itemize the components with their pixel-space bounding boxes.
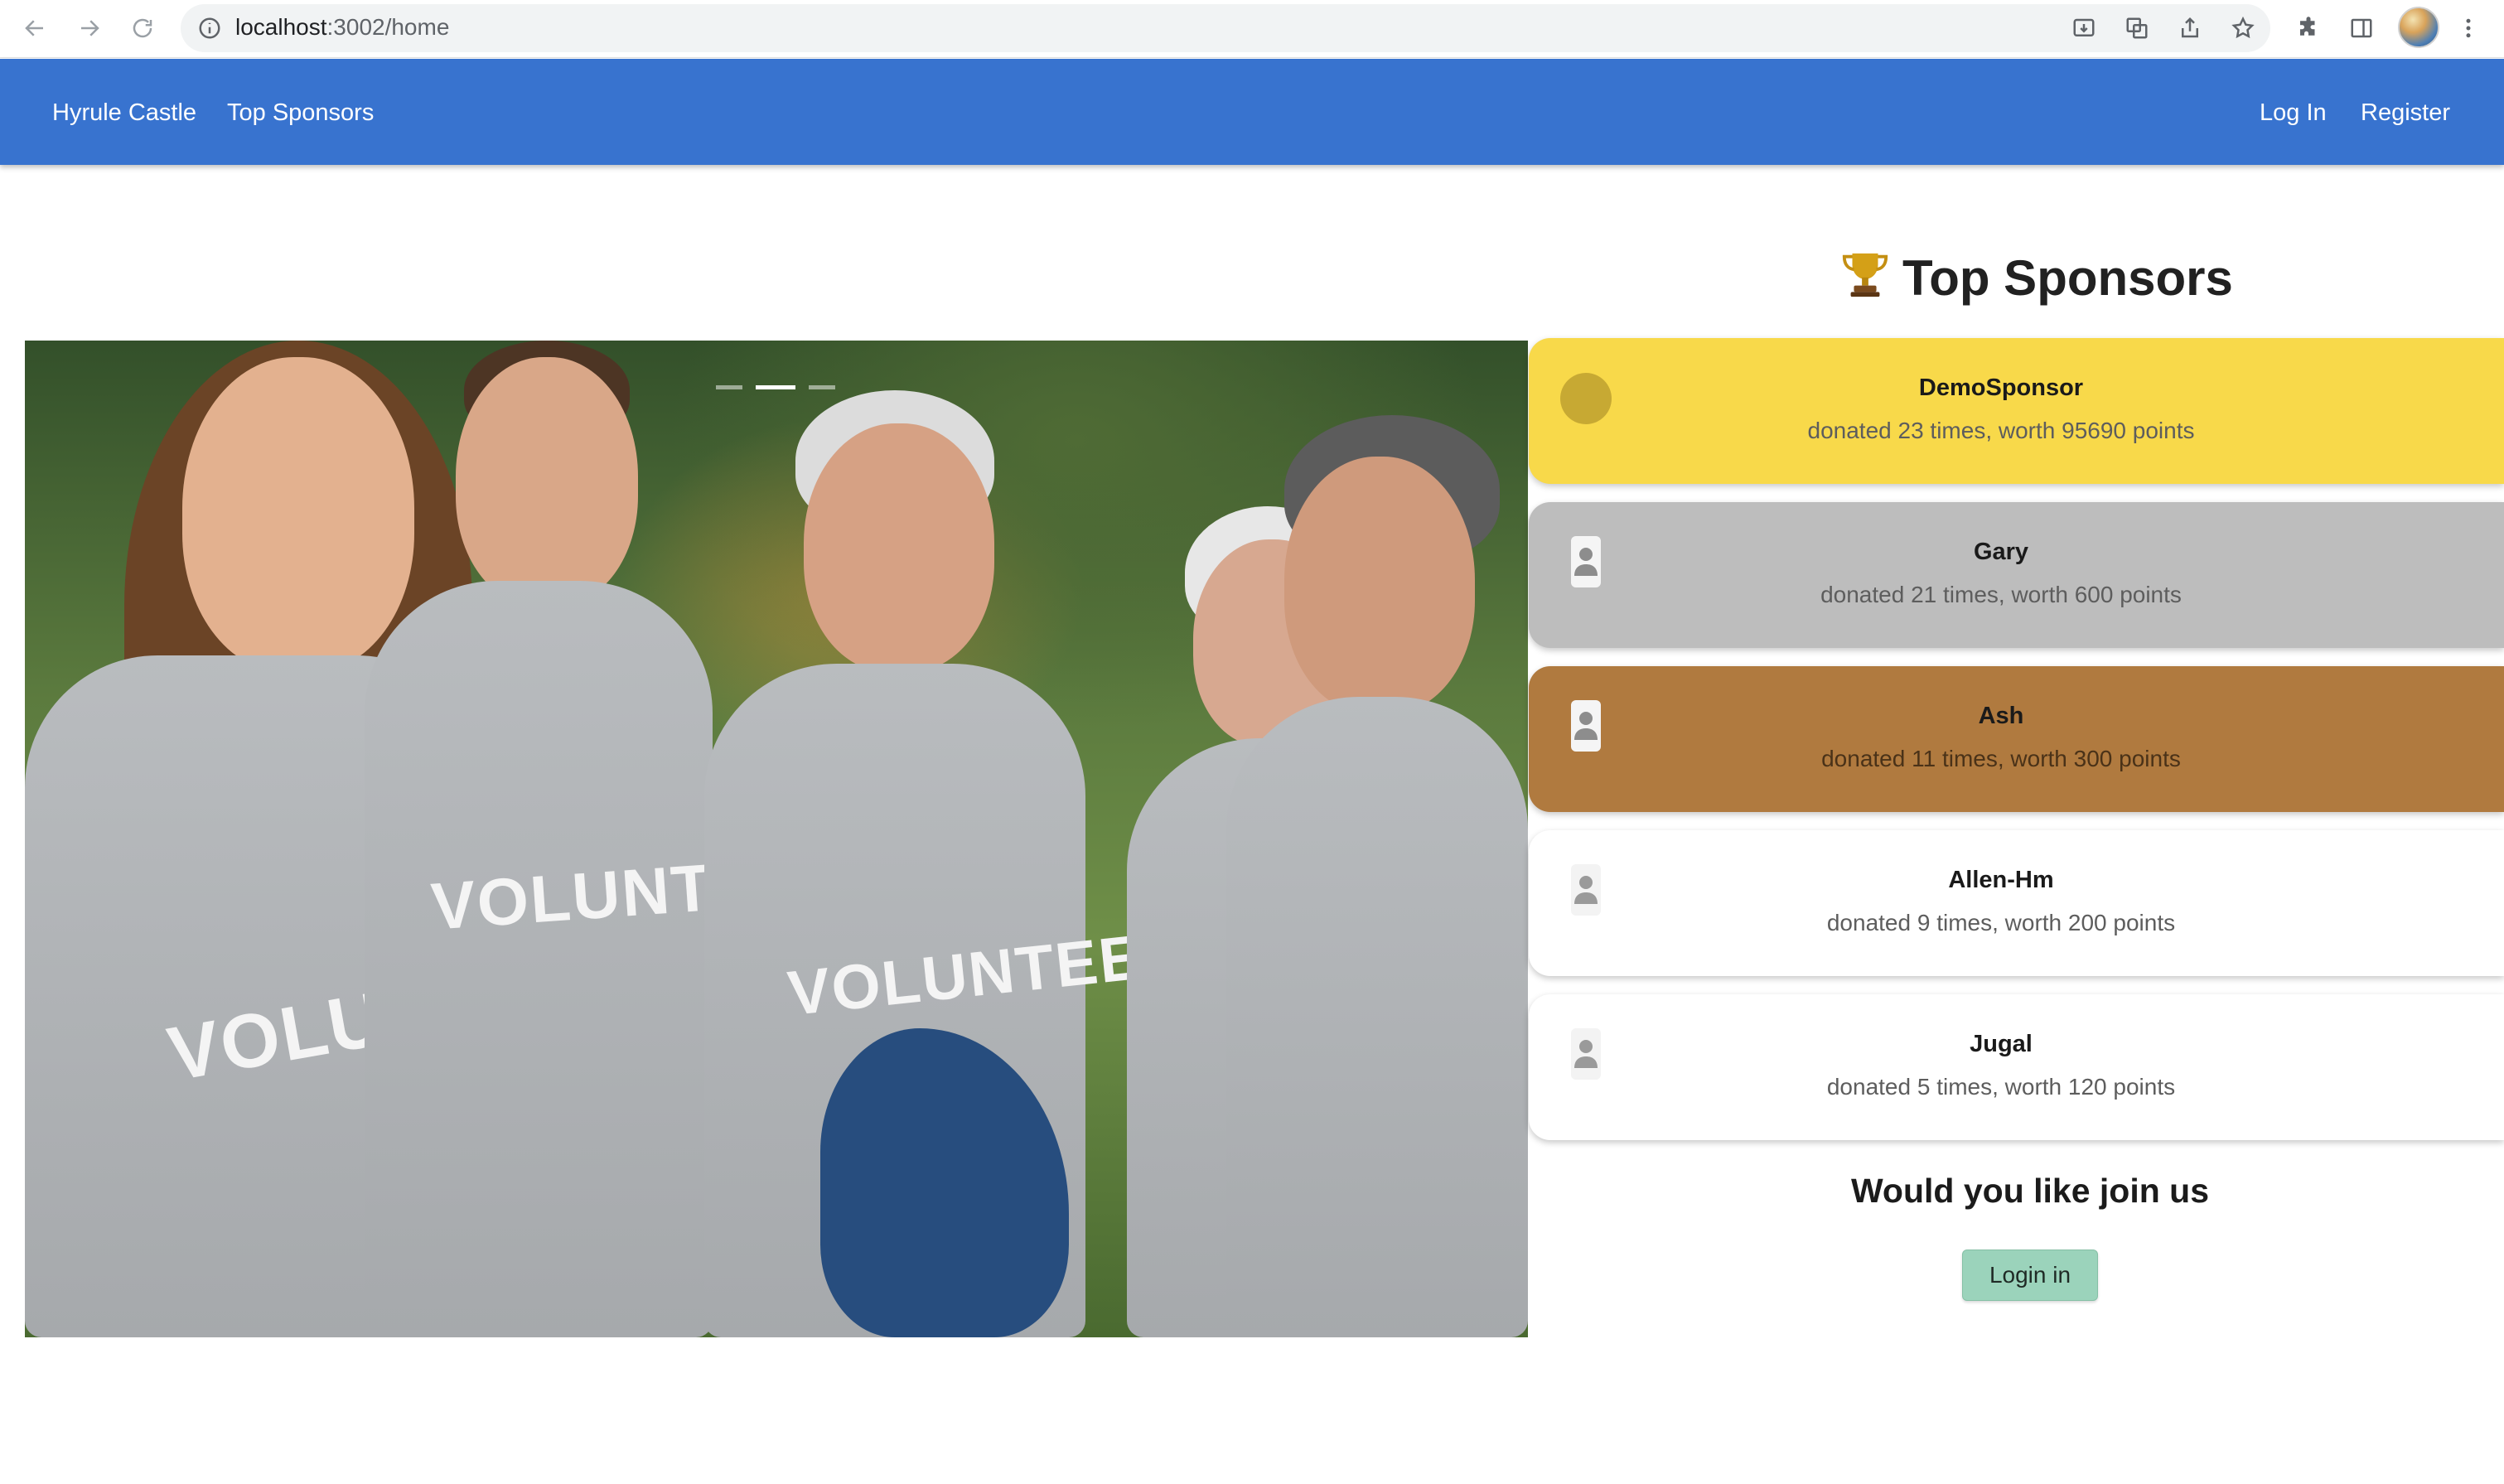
trophy-icon bbox=[1842, 253, 1888, 297]
url-host: localhost bbox=[235, 14, 327, 40]
sponsor-name: DemoSponsor bbox=[1918, 375, 2084, 401]
carousel-indicator-2[interactable] bbox=[756, 385, 795, 389]
sponsors-title: Top Sponsors bbox=[1839, 249, 2233, 307]
sponsor-card[interactable]: Jugal donated 5 times, worth 120 points bbox=[1529, 994, 2504, 1140]
reload-icon[interactable] bbox=[123, 8, 162, 48]
login-button[interactable]: Login in bbox=[1962, 1250, 2098, 1301]
volunteer-figure bbox=[1226, 415, 1528, 1337]
sponsor-detail: donated 5 times, worth 120 points bbox=[1826, 1074, 2176, 1100]
sponsor-card[interactable]: Allen-Hm donated 9 times, worth 200 poin… bbox=[1529, 830, 2504, 976]
sponsor-detail: donated 23 times, worth 95690 points bbox=[1807, 418, 2195, 443]
back-arrow-icon[interactable] bbox=[15, 8, 55, 48]
sponsor-detail: donated 21 times, worth 600 points bbox=[1820, 582, 2182, 607]
sponsor-name: Ash bbox=[1978, 703, 2024, 729]
sponsor-detail: donated 11 times, worth 300 points bbox=[1821, 746, 2181, 771]
install-icon[interactable] bbox=[2070, 14, 2098, 42]
carousel-indicators bbox=[716, 385, 835, 389]
forward-arrow-icon[interactable] bbox=[70, 8, 109, 48]
hero-carousel[interactable]: VOLUNTEER VOLUNTEER VOLUNTEER bbox=[25, 341, 1528, 1337]
sponsors-title-text: Top Sponsors bbox=[1902, 250, 2233, 306]
sponsor-card[interactable]: Gary donated 21 times, worth 600 points bbox=[1529, 502, 2504, 648]
profile-avatar[interactable] bbox=[2398, 7, 2439, 48]
volunteer-figure: VOLUNTEER bbox=[365, 341, 857, 1337]
address-bar[interactable]: localhost:3002/home bbox=[181, 4, 2270, 52]
share-icon[interactable] bbox=[2176, 14, 2204, 42]
carousel-indicator-1[interactable] bbox=[716, 385, 742, 389]
app-navbar: Hyrule Castle Top Sponsors Log In Regist… bbox=[0, 59, 2504, 165]
url-text: localhost:3002/home bbox=[235, 14, 449, 41]
sponsor-detail: donated 9 times, worth 200 points bbox=[1826, 910, 2176, 935]
register-link[interactable]: Register bbox=[2361, 99, 2450, 127]
url-path: :3002/home bbox=[326, 14, 450, 40]
info-icon[interactable] bbox=[197, 16, 222, 41]
translate-icon[interactable] bbox=[2123, 14, 2151, 42]
sponsor-card[interactable]: DemoSponsor donated 23 times, worth 9569… bbox=[1529, 338, 2504, 484]
sponsor-name: Allen-Hm bbox=[1948, 867, 2054, 893]
brand-link[interactable]: Hyrule Castle bbox=[52, 99, 196, 127]
nav-link-top-sponsors[interactable]: Top Sponsors bbox=[227, 99, 374, 127]
carousel-indicator-3[interactable] bbox=[809, 385, 835, 389]
browser-toolbar: localhost:3002/home bbox=[0, 0, 2504, 58]
extensions-icon[interactable] bbox=[2289, 8, 2328, 48]
side-panel-icon[interactable] bbox=[2342, 8, 2381, 48]
bookmark-star-icon[interactable] bbox=[2229, 14, 2257, 42]
join-heading: Would you like join us bbox=[1850, 1172, 2210, 1210]
sponsor-name: Jugal bbox=[1970, 1031, 2033, 1057]
sponsor-card[interactable]: Ash donated 11 times, worth 300 points bbox=[1529, 666, 2504, 812]
more-menu-icon[interactable] bbox=[2448, 8, 2488, 48]
sponsor-name: Gary bbox=[1973, 539, 2029, 565]
login-link[interactable]: Log In bbox=[2260, 99, 2327, 127]
